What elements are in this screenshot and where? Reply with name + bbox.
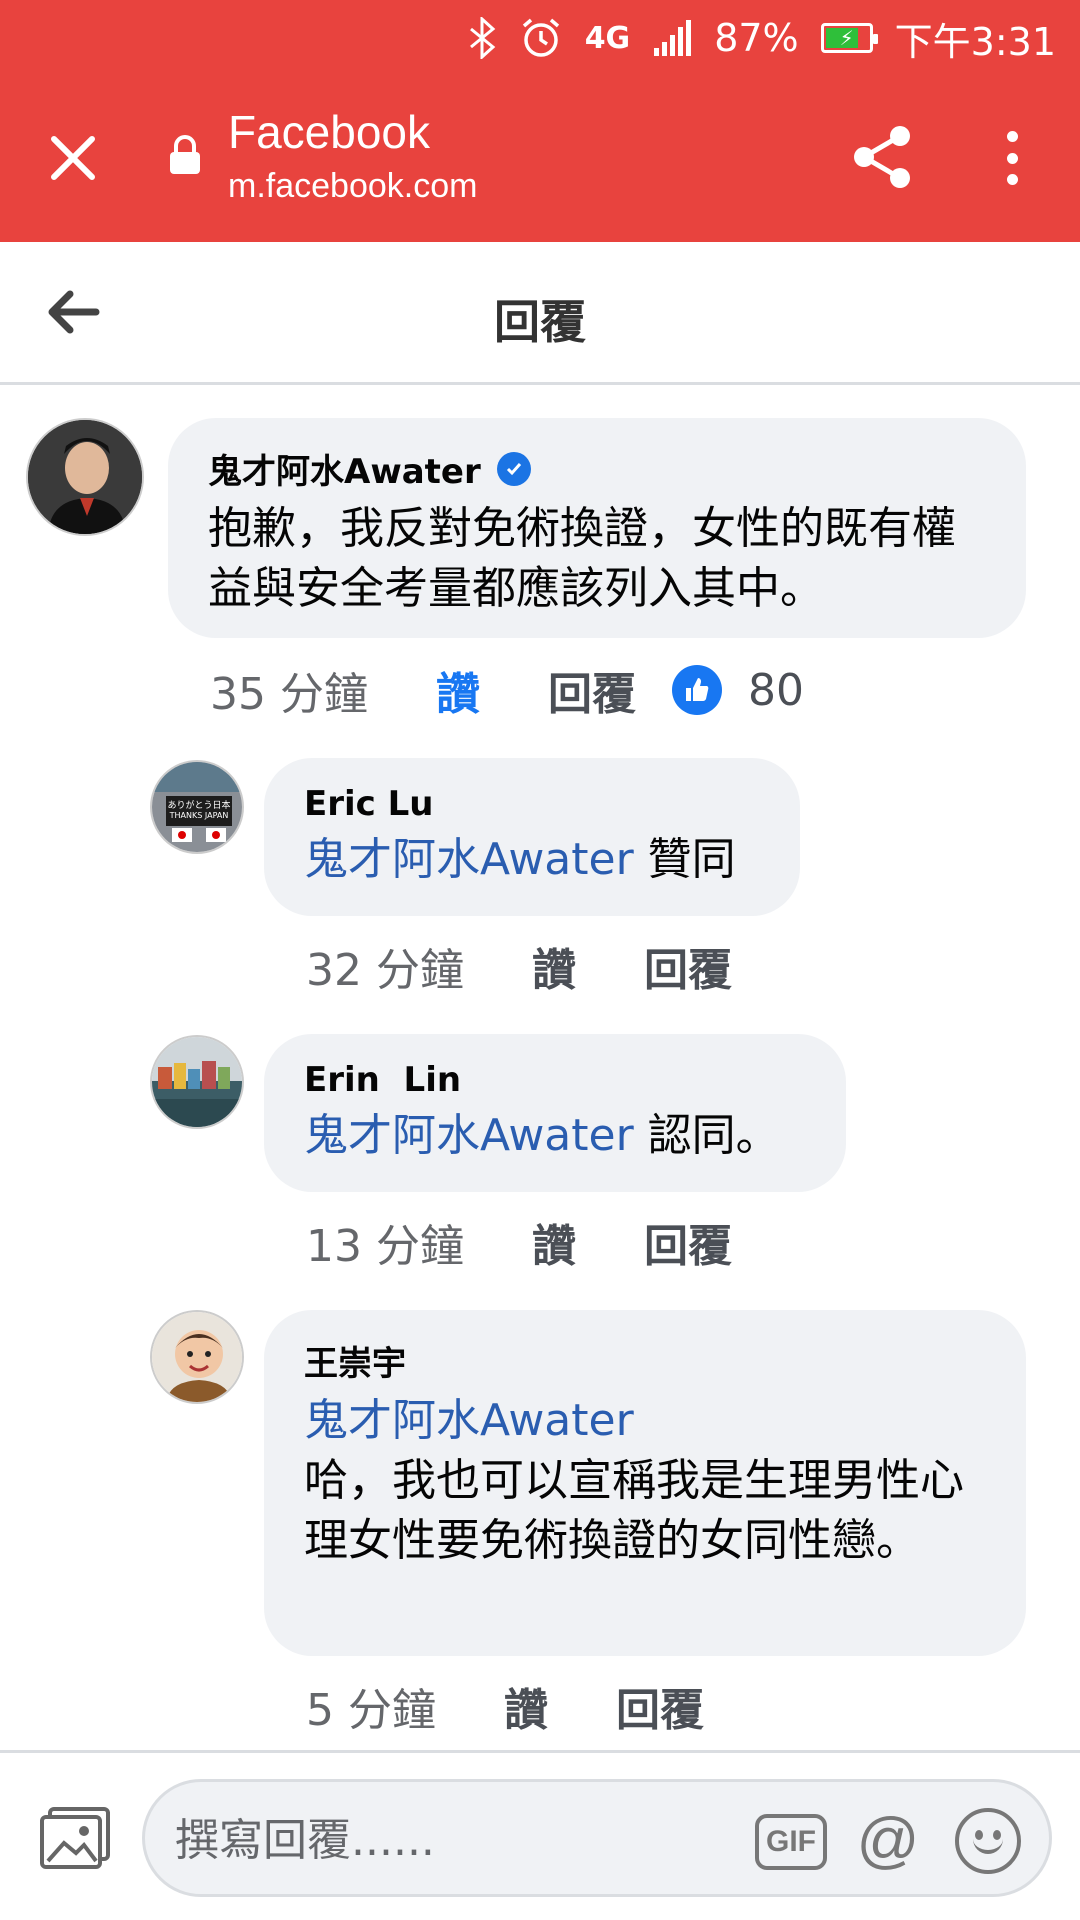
- comment-bubble: Eric Lu 鬼才阿水Awater 贊同: [264, 758, 800, 916]
- bluetooth-icon: [467, 17, 497, 59]
- comment-actions: 35 分鐘 讚 回覆 80: [210, 658, 804, 722]
- network-type: 4G: [584, 20, 631, 56]
- comment-bubble: Erin Lin 鬼才阿水Awater 認同。: [264, 1034, 846, 1192]
- avatar[interactable]: ありがとう日本 THANKS JAPAN: [150, 760, 244, 854]
- lock-icon: [168, 134, 202, 176]
- comment-actions: 32 分鐘 讚 回覆: [306, 934, 768, 998]
- comment-text: 抱歉，我反對免術換證，女性的既有權益與安全考量都應該列入其中。: [208, 503, 956, 614]
- thumbs-up-icon: [671, 665, 722, 715]
- battery-percent: 87%: [714, 16, 799, 60]
- clock-time: 下午3:31: [894, 19, 1056, 64]
- replies-header: 回覆: [0, 242, 1080, 385]
- comment-time[interactable]: 35 分鐘: [210, 658, 368, 722]
- comment-author[interactable]: Eric Lu: [304, 784, 760, 824]
- comment-author[interactable]: 王崇宇: [304, 1336, 986, 1385]
- reaction-count[interactable]: 80: [748, 665, 804, 716]
- comment-body: 贊同: [633, 834, 736, 885]
- signal-strength-icon: [652, 18, 692, 58]
- reply-button[interactable]: 回覆: [644, 1210, 732, 1274]
- mention-link[interactable]: 鬼才阿水Awater: [304, 1110, 634, 1161]
- verified-badge-icon: [496, 451, 531, 486]
- comment-bubble: 鬼才阿水Awater 抱歉，我反對免術換證，女性的既有權益與安全考量都應該列入其…: [168, 418, 1026, 638]
- comment-text: 鬼才阿水Awater 贊同: [304, 830, 760, 890]
- comment-author[interactable]: 鬼才阿水Awater: [208, 444, 986, 493]
- share-icon[interactable]: [850, 124, 916, 190]
- more-options-icon[interactable]: [1000, 125, 1024, 191]
- like-button[interactable]: 讚: [436, 658, 480, 722]
- like-button[interactable]: 讚: [504, 1674, 548, 1738]
- comment-text: 鬼才阿水Awater 認同。: [304, 1106, 806, 1166]
- author-name[interactable]: Eric Lu: [304, 784, 434, 824]
- comment-text: 鬼才阿水Awater 哈，我也可以宣稱我是生理男性心理女性要免術換證的女同性戀。: [304, 1391, 986, 1571]
- reply-button[interactable]: 回覆: [616, 1674, 704, 1738]
- avatar[interactable]: [150, 1035, 244, 1129]
- close-icon[interactable]: [40, 125, 106, 191]
- browser-toolbar: 4G 87% ⚡ 下午3:31 Facebook m.facebook.com: [0, 0, 1080, 242]
- reply-composer: GIF @: [0, 1750, 1080, 1920]
- reply-input-container: GIF @: [142, 1779, 1052, 1897]
- mention-button[interactable]: @: [853, 1806, 923, 1876]
- svg-text:ありがとう日本: ありがとう日本: [167, 799, 230, 811]
- comment-body: 哈，我也可以宣稱我是生理男性心理女性要免術換證的女同性戀。: [304, 1455, 964, 1566]
- reply-button[interactable]: 回覆: [644, 934, 732, 998]
- mention-link[interactable]: 鬼才阿水Awater: [304, 1391, 986, 1451]
- site-title: Facebook: [228, 106, 431, 158]
- site-url[interactable]: m.facebook.com: [228, 167, 477, 206]
- like-button[interactable]: 讚: [532, 1210, 576, 1274]
- page-title: 回覆: [494, 295, 586, 349]
- battery-charging-icon: ⚡: [820, 23, 878, 53]
- author-name[interactable]: Erin Lin: [304, 1060, 461, 1100]
- gif-button[interactable]: GIF: [755, 1814, 827, 1870]
- comment-time[interactable]: 32 分鐘: [306, 934, 464, 998]
- comment-actions: 5 分鐘 讚 回覆: [306, 1674, 740, 1738]
- comment-actions: 13 分鐘 讚 回覆: [306, 1210, 768, 1274]
- author-name[interactable]: 王崇宇: [304, 1336, 406, 1385]
- reply-button[interactable]: 回覆: [548, 658, 636, 722]
- avatar[interactable]: [26, 418, 144, 536]
- photo-icon[interactable]: [40, 1805, 112, 1871]
- comment-body: 認同。: [633, 1110, 780, 1161]
- avatar[interactable]: [150, 1310, 244, 1404]
- status-bar: 4G 87% ⚡ 下午3:31: [467, 10, 1056, 66]
- alarm-clock-icon: [519, 16, 563, 60]
- author-name[interactable]: 鬼才阿水Awater: [208, 444, 481, 493]
- reply-input[interactable]: [175, 1800, 735, 1880]
- emoji-icon[interactable]: [955, 1808, 1021, 1874]
- comment-time[interactable]: 13 分鐘: [306, 1210, 464, 1274]
- comment-bubble: 王崇宇 鬼才阿水Awater 哈，我也可以宣稱我是生理男性心理女性要免術換證的女…: [264, 1310, 1026, 1656]
- comment-time[interactable]: 5 分鐘: [306, 1674, 436, 1738]
- like-button[interactable]: 讚: [532, 934, 576, 998]
- svg-text:THANKS JAPAN: THANKS JAPAN: [169, 811, 229, 820]
- comment-author[interactable]: Erin Lin: [304, 1060, 806, 1100]
- mention-link[interactable]: 鬼才阿水Awater: [304, 834, 634, 885]
